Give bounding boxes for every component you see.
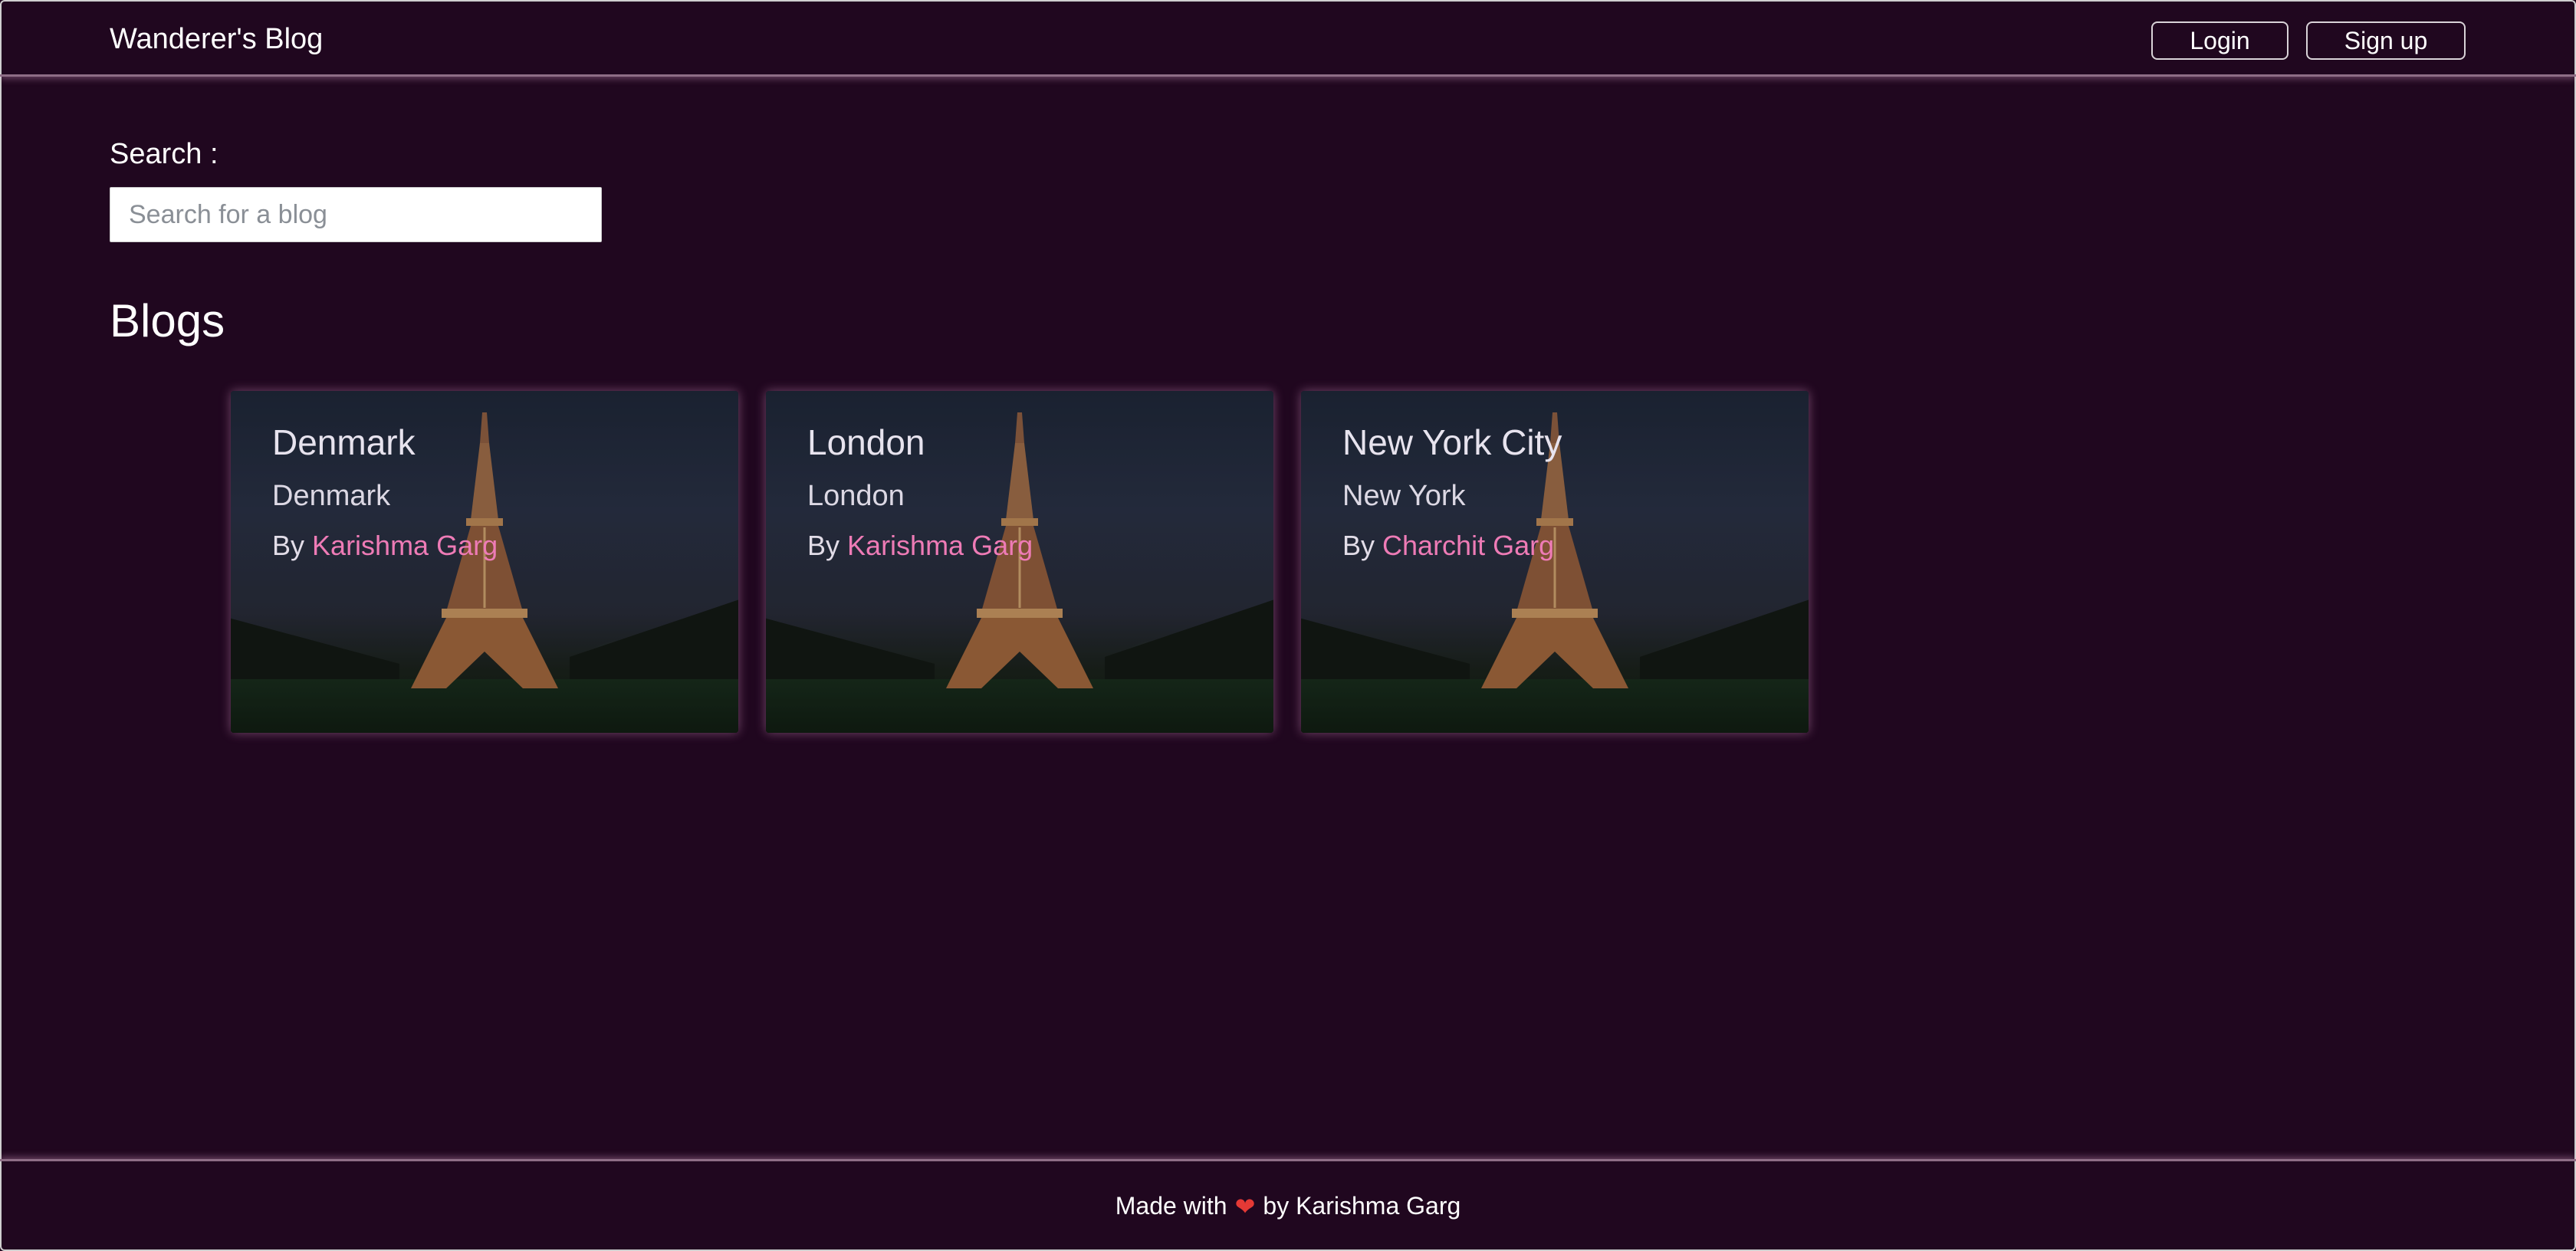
heart-icon: ❤ [1234, 1192, 1256, 1220]
card-body: New York City New York By Charchit Garg [1342, 422, 1562, 562]
card-author-line: By Charchit Garg [1342, 530, 1562, 562]
page-footer: Made with ❤ by Karishma Garg [0, 1159, 2576, 1251]
card-by-label: By [272, 530, 305, 561]
author-link[interactable]: Charchit Garg [1382, 530, 1554, 561]
footer-author: by Karishma Garg [1263, 1192, 1461, 1220]
card-author-line: By Karishma Garg [807, 530, 1033, 562]
card-author-line: By Karishma Garg [272, 530, 498, 562]
top-navbar: Wanderer's Blog Login Sign up [0, 0, 2576, 77]
signup-button[interactable]: Sign up [2306, 21, 2466, 60]
author-link[interactable]: Karishma Garg [847, 530, 1033, 561]
card-title[interactable]: New York City [1342, 422, 1562, 463]
card-title[interactable]: London [807, 422, 1033, 463]
login-button[interactable]: Login [2151, 21, 2288, 60]
blogs-heading: Blogs [110, 295, 225, 346]
author-link[interactable]: Karishma Garg [312, 530, 498, 561]
blog-card-new-york-city[interactable]: New York City New York By Charchit Garg [1301, 391, 1809, 733]
card-subtitle: London [807, 480, 905, 512]
brand-title[interactable]: Wanderer's Blog [110, 23, 323, 56]
blog-card-denmark[interactable]: Denmark Denmark By Karishma Garg [231, 391, 738, 733]
card-by-label: By [1342, 530, 1375, 561]
card-title[interactable]: Denmark [272, 422, 498, 463]
card-body: London London By Karishma Garg [807, 422, 1033, 562]
blog-card-london[interactable]: London London By Karishma Garg [766, 391, 1273, 733]
search-label: Search : [110, 138, 219, 170]
card-body: Denmark Denmark By Karishma Garg [272, 422, 498, 562]
search-input[interactable] [110, 187, 602, 242]
footer-made-with: Made with [1115, 1192, 1227, 1220]
card-subtitle: Denmark [272, 480, 391, 512]
card-by-label: By [807, 530, 840, 561]
card-subtitle: New York [1342, 480, 1466, 512]
